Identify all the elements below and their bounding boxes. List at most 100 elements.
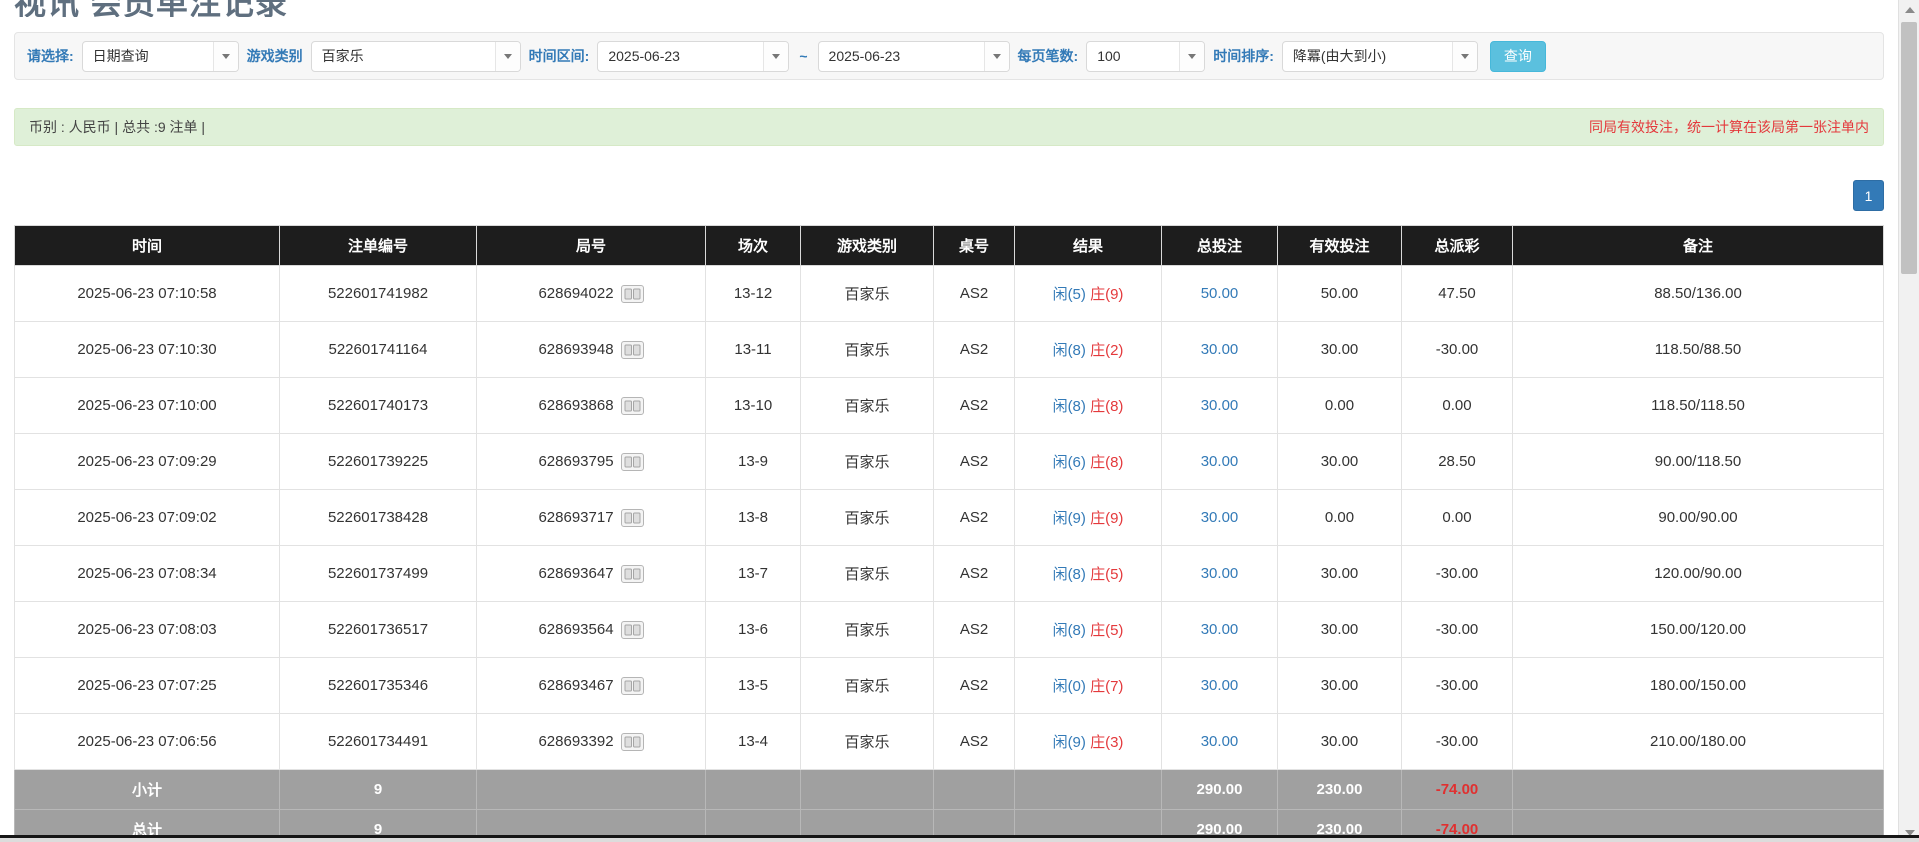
cell-session: 13-4 <box>706 714 801 770</box>
cell-session: 13-8 <box>706 490 801 546</box>
table-footer: 小计9290.00230.00-74.00总计9290.00230.00-74.… <box>15 770 1884 842</box>
round-result-cards-icon[interactable] <box>621 453 644 471</box>
page-size-select[interactable]: 100 <box>1086 41 1205 72</box>
viewport-bottom-edge <box>0 835 1919 842</box>
filter-bar: 请选择: 日期查询 游戏类别 百家乐 时间区间: 2025-06-23 ~ 20… <box>14 32 1884 80</box>
total-bet-link[interactable]: 30.00 <box>1201 341 1239 358</box>
total-bet-link[interactable]: 50.00 <box>1201 285 1239 302</box>
round-number: 628693467 <box>538 677 613 694</box>
banker-result: 庄(3) <box>1090 734 1123 751</box>
date-range-separator: ~ <box>797 48 809 64</box>
round-result-cards-icon[interactable] <box>621 285 644 303</box>
cell-game-type: 百家乐 <box>801 546 934 602</box>
cell-round: 628694022 <box>477 266 706 322</box>
scroll-up-arrow-icon[interactable] <box>1899 0 1919 19</box>
column-header: 游戏类别 <box>801 226 934 266</box>
game-type-select[interactable]: 百家乐 <box>311 41 521 72</box>
chevron-down-icon[interactable] <box>495 42 520 71</box>
cell-time: 2025-06-23 07:09:02 <box>15 490 280 546</box>
total-bet-link[interactable]: 30.00 <box>1201 621 1239 638</box>
round-result-cards-icon[interactable] <box>621 509 644 527</box>
column-header: 注单编号 <box>280 226 477 266</box>
search-button[interactable]: 查询 <box>1490 41 1546 72</box>
cell-time: 2025-06-23 07:08:34 <box>15 546 280 602</box>
round-result-cards-icon[interactable] <box>621 341 644 359</box>
cell-session: 13-10 <box>706 378 801 434</box>
cell-time: 2025-06-23 07:10:58 <box>15 266 280 322</box>
cell-time: 2025-06-23 07:10:00 <box>15 378 280 434</box>
cell-round: 628693467 <box>477 658 706 714</box>
table-row: 2025-06-23 07:06:56522601734491628693392… <box>15 714 1884 770</box>
cell-bet-id: 522601739225 <box>280 434 477 490</box>
table-header-row: 时间注单编号局号场次游戏类别桌号结果总投注有效投注总派彩备注 <box>15 226 1884 266</box>
footer-count: 9 <box>280 770 477 810</box>
footer-empty-cell <box>1015 770 1162 810</box>
time-sort-select[interactable]: 降冪(由大到小) <box>1282 41 1478 72</box>
select-type-label: 请选择: <box>27 46 74 66</box>
cell-note: 90.00/90.00 <box>1513 490 1884 546</box>
date-from-select[interactable]: 2025-06-23 <box>597 41 789 72</box>
cell-round: 628693868 <box>477 378 706 434</box>
round-cell: 628693717 <box>538 509 643 527</box>
round-result-cards-icon[interactable] <box>621 733 644 751</box>
cell-session: 13-5 <box>706 658 801 714</box>
date-type-select[interactable]: 日期查询 <box>82 41 239 72</box>
cell-bet-id: 522601740173 <box>280 378 477 434</box>
round-cell: 628693795 <box>538 453 643 471</box>
chevron-down-icon[interactable] <box>213 42 238 71</box>
cell-session: 13-7 <box>706 546 801 602</box>
round-cell: 628693948 <box>538 341 643 359</box>
footer-empty-cell <box>477 770 706 810</box>
time-sort-label: 时间排序: <box>1213 46 1274 66</box>
table-row: 2025-06-23 07:07:25522601735346628693467… <box>15 658 1884 714</box>
cell-valid-bet: 30.00 <box>1278 602 1402 658</box>
chevron-down-icon[interactable] <box>984 42 1009 71</box>
cell-table-no: AS2 <box>934 658 1015 714</box>
column-header: 结果 <box>1015 226 1162 266</box>
chevron-down-icon[interactable] <box>1179 42 1204 71</box>
cell-note: 118.50/88.50 <box>1513 322 1884 378</box>
round-result-cards-icon[interactable] <box>621 621 644 639</box>
player-result: 闲(9) <box>1053 510 1086 527</box>
cell-total-bet: 30.00 <box>1162 490 1278 546</box>
player-result: 闲(8) <box>1053 342 1086 359</box>
round-result-cards-icon[interactable] <box>621 565 644 583</box>
total-bet-link[interactable]: 30.00 <box>1201 733 1239 750</box>
total-bet-link[interactable]: 30.00 <box>1201 565 1239 582</box>
cell-total-bet: 50.00 <box>1162 266 1278 322</box>
column-header: 桌号 <box>934 226 1015 266</box>
table-row: 2025-06-23 07:10:00522601740173 628693868… <box>15 378 1884 434</box>
cell-result: 闲(5) 庄(9) <box>1015 266 1162 322</box>
cell-note: 118.50/118.50 <box>1513 378 1884 434</box>
page-number-button[interactable]: 1 <box>1853 180 1884 211</box>
chevron-down-icon[interactable] <box>1452 42 1477 71</box>
banker-result: 庄(8) <box>1090 454 1123 471</box>
cell-valid-bet: 30.00 <box>1278 714 1402 770</box>
round-result-cards-icon[interactable] <box>621 397 644 415</box>
player-result: 闲(6) <box>1053 454 1086 471</box>
page-size-label: 每页笔数: <box>1018 46 1079 66</box>
footer-valid-bet: 230.00 <box>1278 770 1402 810</box>
table-row: 2025-06-23 07:10:30522601741164628693948… <box>15 322 1884 378</box>
footer-empty-cell <box>1513 770 1884 810</box>
total-bet-link[interactable]: 30.00 <box>1201 453 1239 470</box>
column-header: 局号 <box>477 226 706 266</box>
column-header: 备注 <box>1513 226 1884 266</box>
table-row: 2025-06-23 07:08:03522601736517628693564… <box>15 602 1884 658</box>
round-result-cards-icon[interactable] <box>621 677 644 695</box>
date-to-select[interactable]: 2025-06-23 <box>818 41 1010 72</box>
cell-total-bet: 30.00 <box>1162 602 1278 658</box>
total-bet-link[interactable]: 30.00 <box>1201 677 1239 694</box>
cell-table-no: AS2 <box>934 602 1015 658</box>
total-bet-link[interactable]: 30.00 <box>1201 509 1239 526</box>
cell-note: 120.00/90.00 <box>1513 546 1884 602</box>
cell-payout: -30.00 <box>1402 714 1513 770</box>
round-cell: 628693647 <box>538 565 643 583</box>
round-cell: 628693868 <box>538 397 643 415</box>
player-result: 闲(8) <box>1053 566 1086 583</box>
chevron-down-icon[interactable] <box>763 42 788 71</box>
vertical-scrollbar[interactable] <box>1898 0 1919 842</box>
scrollbar-thumb[interactable] <box>1901 22 1917 274</box>
banker-result: 庄(9) <box>1090 286 1123 303</box>
total-bet-link[interactable]: 30.00 <box>1201 397 1239 414</box>
